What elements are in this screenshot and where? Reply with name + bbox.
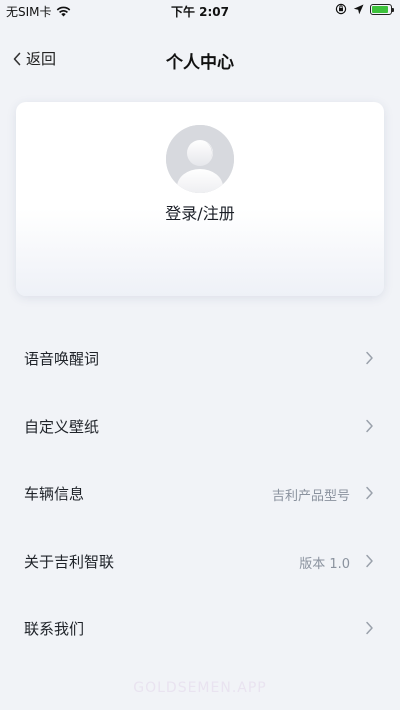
profile-card: 登录/注册 [16,102,384,296]
menu-item-contact-us[interactable]: 联系我们 [0,594,400,662]
battery-level [372,5,389,13]
menu-item-label: 车辆信息 [24,485,85,503]
battery-tip [392,7,394,12]
menu-item-about[interactable]: 关于吉利智联 版本 1.0 [0,527,400,595]
menu-item-label: 语音唤醒词 [24,350,100,368]
status-bar: 无SIM卡 下午 2:07 [0,0,400,22]
menu-item-value: 吉利产品型号 [271,489,350,504]
location-icon [353,4,364,14]
chevron-right-icon [366,419,373,432]
menu-list: 语音唤醒词 自定义壁纸 车辆信息 吉利产品型号 关于吉利智联 版本 1.0 联系… [0,324,400,662]
orientation-lock-icon [335,3,347,15]
chevron-right-icon [366,554,373,567]
menu-item-label: 联系我们 [24,620,85,638]
login-register-link[interactable]: 登录/注册 [16,200,384,224]
nav-bar: 返回 个人中心 [0,38,400,82]
avatar-image [166,125,234,193]
menu-item-label: 自定义壁纸 [24,417,100,436]
chevron-right-icon [366,486,373,500]
default-avatar-icon[interactable] [166,125,234,193]
page-title: 个人中心 [166,53,234,73]
chevron-right-icon [366,351,373,365]
menu-item-custom-wallpaper[interactable]: 自定义壁纸 [0,392,400,460]
menu-item-value: 版本 1.0 [299,556,350,572]
menu-item-voice-wake-word[interactable]: 语音唤醒词 [0,324,400,392]
menu-item-vehicle-info[interactable]: 车辆信息 吉利产品型号 [0,459,400,527]
chevron-right-icon [366,621,373,635]
watermark: GOLDSEMEN.APP [133,680,267,696]
status-right [335,3,394,15]
battery-charging-icon [370,3,394,15]
menu-item-label: 关于吉利智联 [24,552,115,571]
